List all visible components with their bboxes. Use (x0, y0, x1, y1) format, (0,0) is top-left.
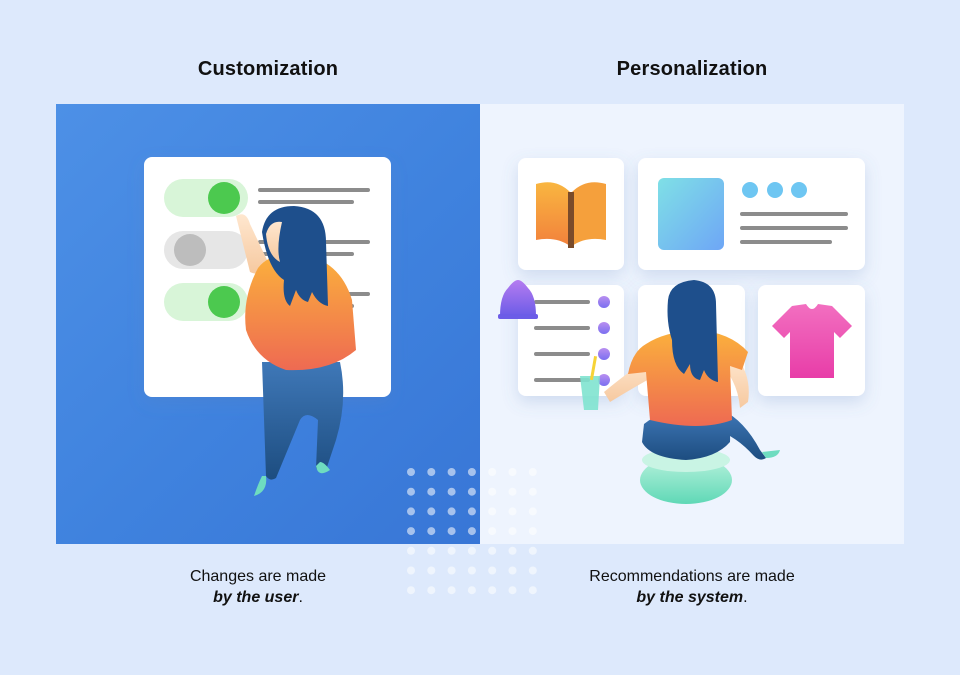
caption-line: Changes are made (189, 568, 327, 585)
grid-dot (407, 507, 415, 516)
grid-dot (488, 527, 497, 536)
grid-dot (508, 507, 517, 516)
book-icon (536, 182, 606, 248)
personalization-caption: Recommendations are made by the system. (480, 566, 904, 608)
grid-dot (528, 527, 537, 536)
grid-dot (407, 468, 415, 476)
caption-emphasis: by the user (213, 589, 299, 606)
grid-dot (467, 507, 476, 516)
grid-dot (467, 487, 476, 496)
grid-dot (528, 487, 537, 496)
grid-dot (488, 507, 497, 516)
grid-dot (528, 546, 537, 555)
grid-dot (427, 546, 436, 555)
caption-emphasis: by the system (636, 589, 744, 606)
customization-title: Customization (197, 58, 339, 80)
personalization-title: Personalization (616, 58, 768, 80)
toggle-switch-icon[interactable] (164, 283, 248, 321)
grid-dot (508, 487, 517, 496)
grid-dot (427, 468, 436, 476)
book-card[interactable] (518, 158, 624, 270)
grid-dot (447, 487, 456, 496)
grid-dot (447, 507, 456, 516)
grid-dot (407, 546, 415, 555)
caption-period: . (298, 589, 303, 606)
grid-dot (528, 507, 537, 516)
grid-dot (427, 507, 436, 516)
toggle-switch-icon[interactable] (164, 179, 248, 217)
grid-dot (467, 527, 476, 536)
grid-dot (528, 468, 537, 476)
grid-dot (508, 546, 517, 555)
grid-dot (447, 546, 456, 555)
grid-dot (508, 468, 517, 476)
grid-dot (488, 546, 497, 555)
caption-period: . (743, 589, 748, 606)
grid-dot (488, 468, 497, 476)
grid-dot (427, 527, 436, 536)
grid-dot (407, 487, 415, 496)
grid-dot (407, 527, 415, 536)
article-dots (742, 182, 807, 198)
article-card[interactable] (638, 158, 865, 270)
grid-dot (508, 527, 517, 536)
tshirt-card[interactable] (758, 285, 865, 396)
customization-caption: Changes are made by the user. (46, 566, 470, 608)
toggle-switch-icon[interactable] (164, 231, 248, 269)
grid-dot (447, 527, 456, 536)
grid-dot (467, 546, 476, 555)
grid-dot (467, 468, 476, 476)
grid-dot (488, 487, 497, 496)
grid-dot (447, 468, 456, 476)
image-thumbnail-icon (658, 178, 724, 250)
caption-line: Recommendations are made (589, 568, 795, 585)
grid-dot (427, 487, 436, 496)
